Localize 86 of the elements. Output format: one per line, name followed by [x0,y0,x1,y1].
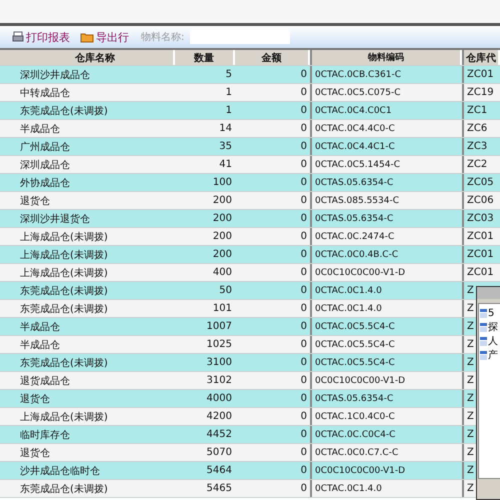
list-item[interactable]: 5 [488,308,494,318]
table-cell-text: 100 [212,176,233,190]
table-cell-text: 0 [300,230,308,244]
table-cell-text: 0 [300,248,308,262]
list-icon [480,308,487,318]
table-cell-text: 半成品仓 [19,122,61,136]
table-cell-text: 东莞成品仓(未调拨) [19,302,109,316]
table-cell-text: 1025 [206,338,233,352]
table-cell-text: 0 [300,320,308,334]
table-cell-text: 上海成品仓(未调拨) [19,410,109,424]
table-cell-text: 0 [300,266,308,280]
table-cell-text: 临时库存仓 [19,428,71,442]
table-cell-text: 200 [212,212,233,226]
table-cell-text: 200 [212,230,233,244]
table-cell-text: 0 [300,176,308,190]
table-cell-text: 200 [212,248,233,262]
table-cell-text: 3102 [206,374,233,388]
printer-icon [12,31,24,43]
table-cell-text: 400 [212,266,233,280]
list-icon [480,322,487,332]
table-cell-text: 0 [300,356,308,370]
table-cell-text: 东莞成品仓(未调拨) [19,284,109,298]
list-item[interactable]: 人 [488,334,498,348]
table-cell-text: 广州成品仓 [19,140,71,154]
table-cell-text: 41 [218,158,233,172]
table-cell-text: 半成品仓 [19,338,61,352]
table-cell-text: 退货成品仓 [19,374,71,388]
table-cell-text: 4200 [206,410,233,424]
table-cell-text: 深圳沙井成品仓 [19,68,91,82]
table-cell-text: 沙井成品仓临时仓 [19,464,101,478]
table-cell-text: 上海成品仓(未调拨) [19,266,109,280]
table-cell-text: 0 [300,464,308,478]
toolbar-button[interactable]: 打印报表 [10,30,72,44]
toolbar-button[interactable]: 导出行 [78,30,131,44]
table-cell-text: 东莞成品仓(未调拨) [19,482,109,496]
folder-icon [80,31,94,43]
table-cell-text: 东莞成品仓(未调拨) [19,356,109,370]
table-cell-text: 4452 [206,428,233,442]
table-cell-text: 101 [212,302,233,316]
search-label: 物料名称: [141,30,184,44]
search-field[interactable] [190,30,290,44]
list-icon [480,336,487,346]
list-icon [480,350,487,360]
table-cell-text: 0 [300,482,308,496]
table-cell-text: 深圳沙井退货仓 [19,212,91,226]
table-cell-text: 0 [300,374,308,388]
table-cell-text: 5070 [206,446,233,460]
table-cell-text: 0 [300,158,308,172]
table-cell-text: 上海成品仓(未调拨) [19,230,109,244]
table-cell-text: 外协成品仓 [19,176,71,190]
table-cell: 0CTAC.0C1.4.0 [310,480,462,497]
table-cell-text: 退货仓 [19,446,51,460]
table-cell-text: 200 [212,194,233,208]
table-cell-text: 半成品仓 [19,320,61,334]
table-cell-text: 14 [218,122,233,136]
table-cell-text: 5 [224,68,233,82]
table-cell-text: 50 [218,284,233,298]
table-cell-text: 0 [300,68,308,82]
table-cell-text: 0 [300,212,308,226]
table-cell-text: 35 [218,140,233,154]
table-cell-text: 5464 [206,464,233,478]
table-cell-text: 退货仓 [19,392,51,406]
table-cell-text: 上海成品仓(未调拨) [19,248,109,262]
table-cell-text: 0 [300,302,308,316]
table-cell-text: 退货仓 [19,194,51,208]
table-cell-text: 5465 [206,482,233,496]
table-cell-text: 0 [300,338,308,352]
table-cell-text: 1 [224,86,233,100]
table-cell-text: 0 [300,86,308,100]
table-cell-text: 中转成品仓 [19,86,71,100]
table-cell-text: 0 [300,284,308,298]
table-cell-text: 3100 [206,356,233,370]
table-cell-text: 1 [224,104,233,118]
table-cell-text: 0 [300,104,308,118]
table-cell-text: 0 [300,140,308,154]
table-cell-text: 0 [300,122,308,136]
table-cell-text: 4000 [206,392,233,406]
table-cell-text: 0 [300,446,308,460]
list-item[interactable]: 探 [488,320,498,334]
table-cell-text: 深圳成品仓 [19,158,71,172]
table-cell-text: 1007 [206,320,233,334]
table-cell-text: 东莞成品仓(未调拨) [19,104,109,118]
table-cell-text: 0 [300,428,308,442]
table-cell-text: 0 [300,194,308,208]
table-cell-text: 0 [300,392,308,406]
table-cell-text: 0 [300,410,308,424]
